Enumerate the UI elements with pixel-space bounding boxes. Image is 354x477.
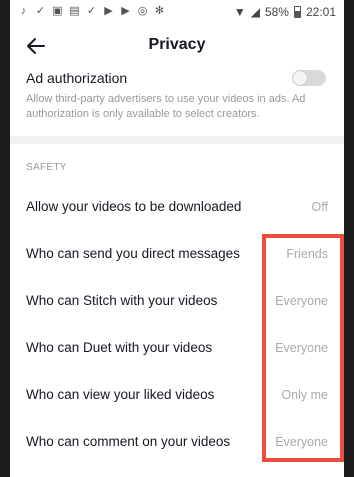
ad-authorization-row: Ad authorization Allow third-party adver… — [10, 70, 344, 122]
check-icon: ✓ — [35, 5, 46, 17]
notification-icons: ♪ ✓ ▣ ▤ ✓ ▶ ▶ ◎ ✻ — [18, 6, 165, 17]
battery-icon — [293, 6, 301, 18]
setting-label: Who can Stitch with your videos — [26, 293, 218, 308]
status-right: ▼ ◢ 58% 22:01 — [234, 5, 336, 19]
setting-label: Who can view your liked videos — [26, 387, 215, 402]
setting-value: Off — [311, 199, 328, 214]
setting-row-direct-messages[interactable]: Who can send you direct messages Friends — [10, 230, 344, 277]
setting-value: Everyone — [275, 434, 328, 449]
safety-section-label: SAFETY — [26, 162, 67, 173]
setting-row-download[interactable]: Allow your videos to be downloaded Off — [10, 183, 344, 230]
instagram-icon: ◎ — [137, 5, 148, 17]
header: Privacy — [10, 24, 344, 68]
setting-row-comments[interactable]: Who can comment on your videos Everyone — [10, 418, 344, 465]
settings-icon: ✻ — [154, 5, 165, 17]
setting-value: Only me — [281, 387, 328, 402]
setting-value: Everyone — [275, 340, 328, 355]
setting-row-liked-videos[interactable]: Who can view your liked videos Only me — [10, 371, 344, 418]
setting-row-duet[interactable]: Who can Duet with your videos Everyone — [10, 324, 344, 371]
phone-screen: ♪ ✓ ▣ ▤ ✓ ▶ ▶ ◎ ✻ ▼ ◢ 58% 22:01 Privacy … — [10, 0, 344, 477]
setting-label: Who can Duet with your videos — [26, 340, 213, 355]
save-icon: ▤ — [69, 5, 80, 17]
status-bar: ♪ ✓ ▣ ▤ ✓ ▶ ▶ ◎ ✻ ▼ ◢ 58% 22:01 — [10, 0, 344, 24]
page-title: Privacy — [148, 36, 206, 53]
ad-authorization-title: Ad authorization — [26, 70, 128, 86]
signal-icon: ◢ — [250, 5, 260, 19]
battery-percent: 58% — [264, 5, 289, 19]
toggle-knob — [293, 71, 307, 85]
ad-authorization-description: Allow third-party advertisers to use you… — [26, 93, 306, 120]
setting-label: Who can send you direct messages — [26, 246, 240, 261]
setting-label: Allow your videos to be downloaded — [26, 199, 242, 214]
youtube-icon: ▶ — [104, 5, 113, 17]
setting-value: Friends — [286, 246, 328, 261]
setting-label: Who can comment on your videos — [26, 434, 231, 449]
tiktok-icon: ♪ — [20, 5, 27, 17]
setting-value: Everyone — [275, 293, 328, 308]
setting-row-stitch[interactable]: Who can Stitch with your videos Everyone — [10, 277, 344, 324]
youtube-icon: ▶ — [121, 5, 130, 17]
safety-list: Allow your videos to be downloaded Off W… — [10, 183, 344, 465]
gallery-icon: ▣ — [52, 5, 63, 17]
section-divider — [10, 136, 344, 144]
check-icon: ✓ — [86, 5, 97, 17]
ad-authorization-toggle[interactable] — [292, 70, 326, 86]
wifi-icon: ▼ — [233, 5, 246, 19]
clock: 22:01 — [305, 5, 336, 19]
